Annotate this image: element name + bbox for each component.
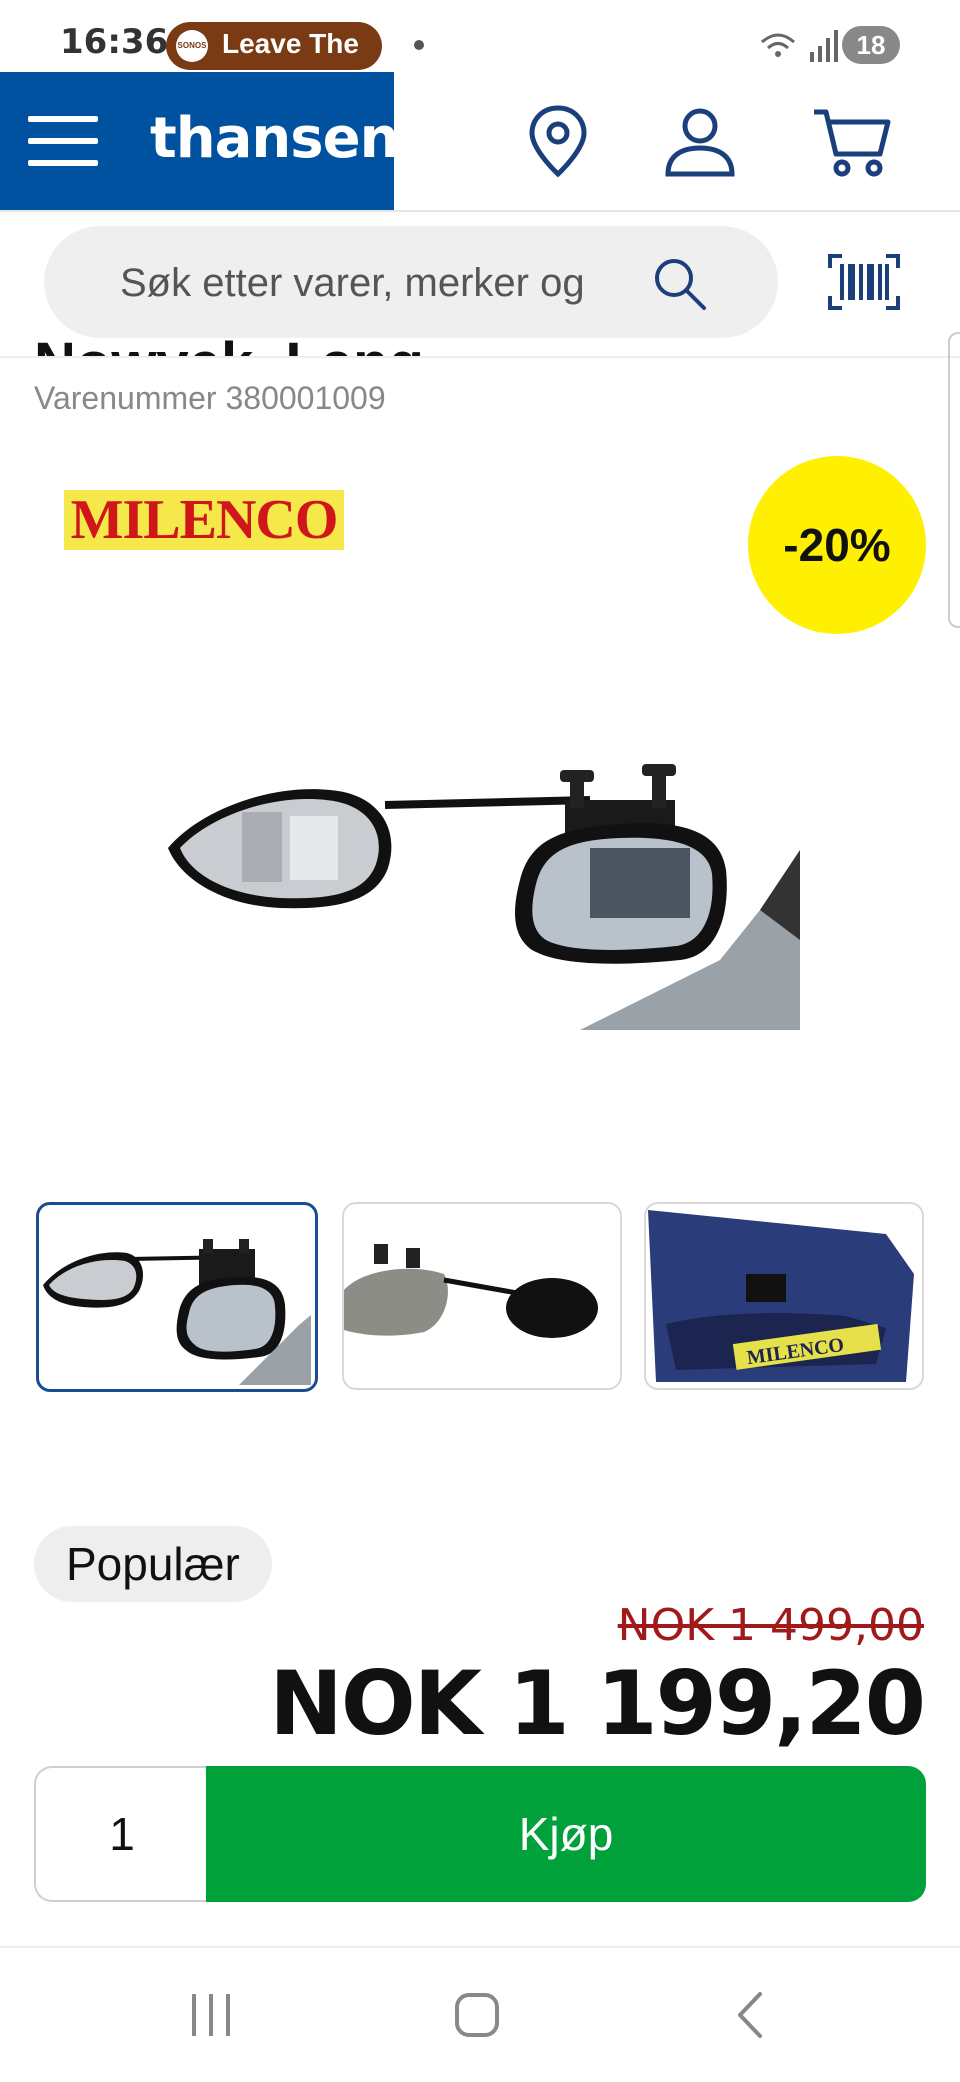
location-pin-icon[interactable] — [518, 102, 598, 182]
product-sku: Varenummer 380001009 — [34, 380, 386, 416]
thumbnail-2[interactable] — [342, 1202, 622, 1390]
search-input[interactable] — [118, 256, 642, 310]
account-icon[interactable] — [660, 102, 740, 182]
thumbnail-1-image — [43, 1239, 311, 1385]
thumbnail-3-image: MILENCO — [648, 1210, 914, 1382]
side-scroll-handle[interactable] — [948, 332, 960, 628]
popular-badge: Populær — [34, 1526, 272, 1602]
current-price: NOK 1 199,20 — [269, 1652, 926, 1755]
product-image[interactable] — [160, 760, 800, 1030]
manufacturer-logo[interactable]: MILENCO — [64, 490, 344, 550]
thumbnail-2-image — [344, 1244, 598, 1338]
status-bar: 16:36 SONOS Leave The 18 — [0, 0, 960, 72]
thumbnail-1[interactable] — [36, 1202, 318, 1392]
barcode-scanner-icon[interactable] — [826, 252, 902, 312]
brand-block: thansen — [0, 72, 399, 210]
thumbnail-3[interactable]: MILENCO — [644, 1202, 924, 1390]
system-nav-bar — [0, 1946, 960, 2082]
signal-icon — [761, 30, 838, 62]
quantity-input[interactable]: 1 — [34, 1766, 208, 1902]
notification-dot-icon — [414, 40, 424, 50]
recent-apps-icon[interactable] — [186, 1990, 236, 2040]
brand-logo[interactable]: thansen — [150, 106, 399, 171]
search-icon[interactable] — [650, 254, 710, 314]
product-title: Nowvek, Lang — [34, 330, 424, 356]
sonos-icon: SONOS — [176, 30, 208, 62]
discount-badge: -20% — [748, 456, 926, 634]
media-pill[interactable]: SONOS Leave The — [166, 22, 382, 70]
status-time: 16:36 — [60, 22, 169, 62]
site-header: thansen — [0, 72, 960, 212]
menu-icon[interactable] — [28, 116, 98, 166]
cart-icon[interactable] — [812, 102, 892, 182]
search-box[interactable] — [44, 226, 778, 338]
back-icon[interactable] — [726, 1990, 776, 2040]
manufacturer-logo-text: MILENCO — [70, 489, 339, 551]
home-icon[interactable] — [452, 1990, 502, 2040]
media-title: Leave The — [222, 28, 359, 59]
buy-button[interactable]: Kjøp — [206, 1766, 926, 1902]
old-price: NOK 1 499,00 — [617, 1600, 924, 1651]
battery-badge: 18 — [842, 26, 900, 64]
